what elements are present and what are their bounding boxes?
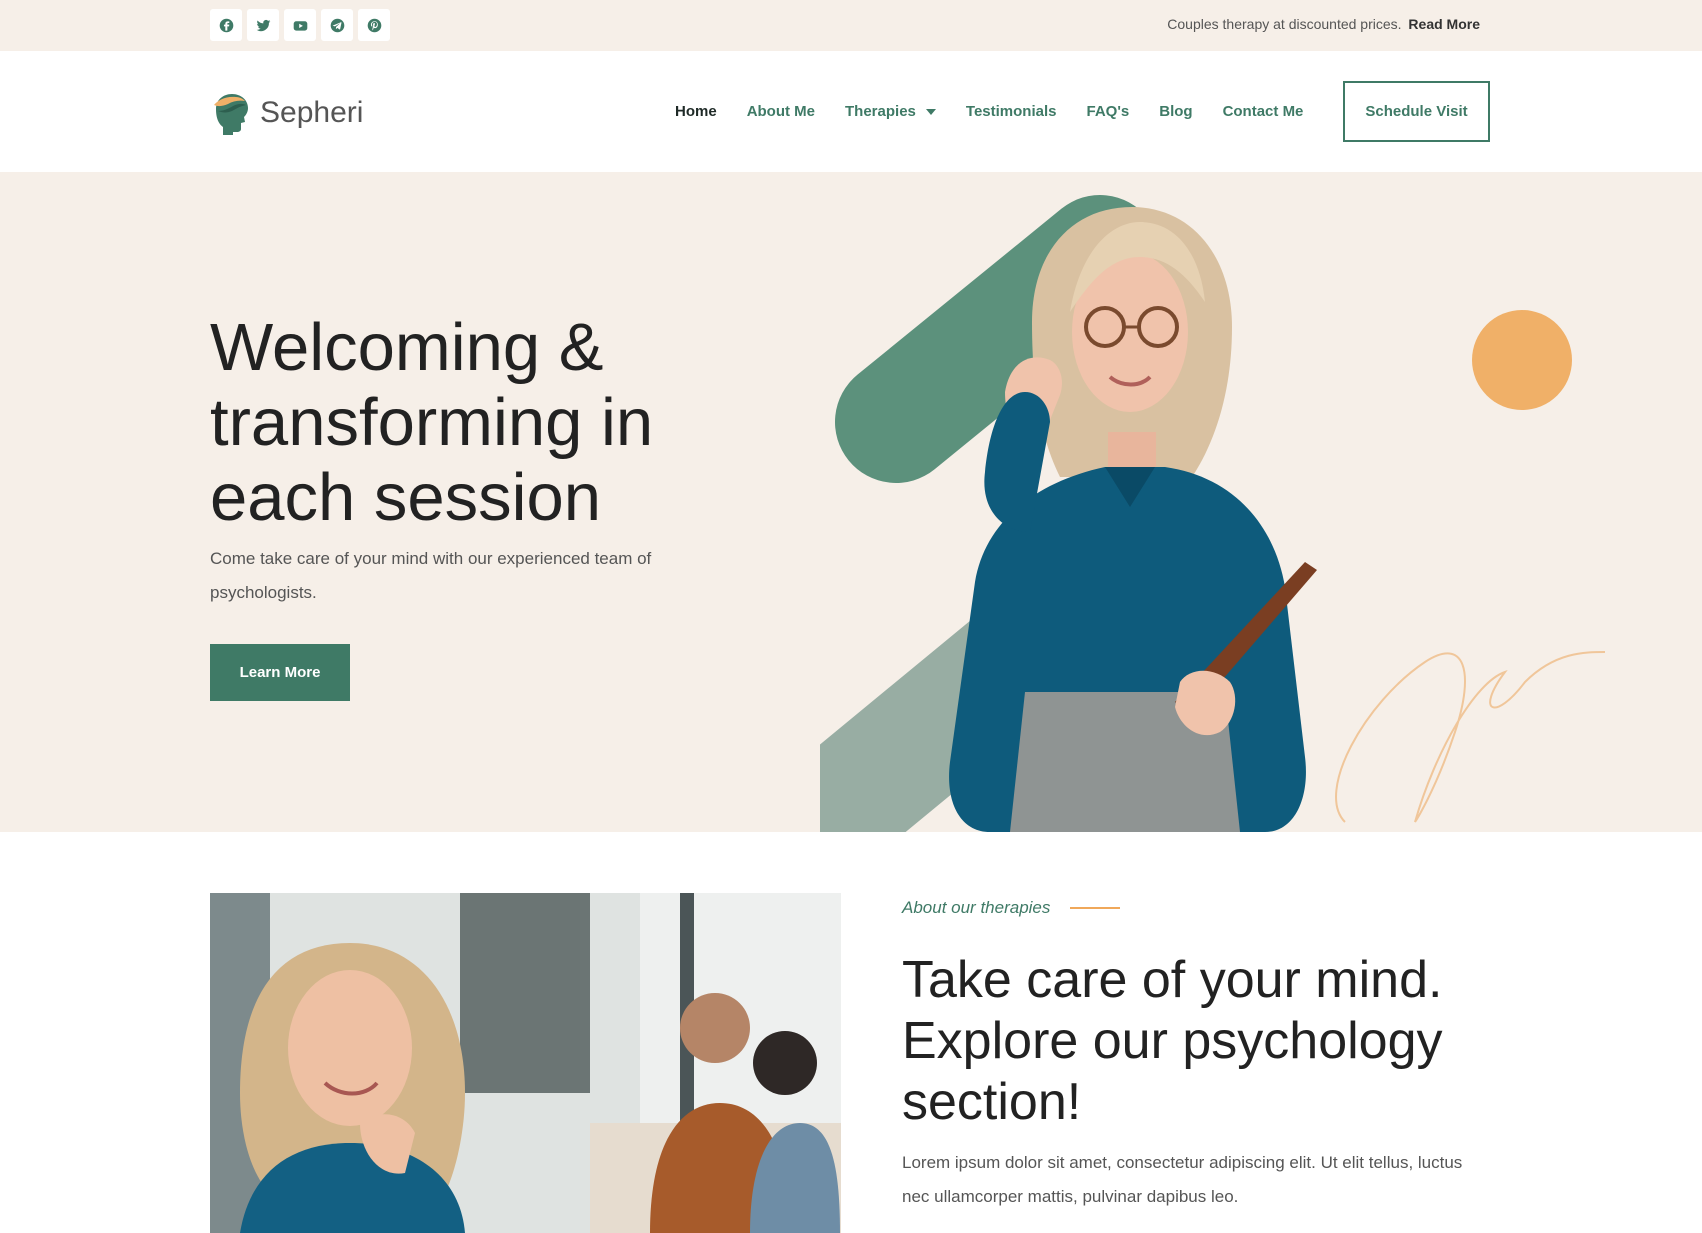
signature-decoration (1335, 651, 1606, 823)
nav-faq[interactable]: FAQ's (1086, 103, 1129, 120)
nav-testimonials[interactable]: Testimonials (966, 103, 1057, 120)
main-nav: Home About Me Therapies Testimonials FAQ… (675, 103, 1333, 120)
nav-contact[interactable]: Contact Me (1223, 103, 1304, 120)
site-header: Sepheri Home About Me Therapies Testimon… (0, 51, 1702, 172)
nav-home[interactable]: Home (675, 103, 717, 120)
twitter-icon[interactable] (247, 9, 279, 41)
about-text: Lorem ipsum dolor sit amet, consectetur … (902, 1153, 1463, 1206)
head-logo-icon (214, 94, 248, 135)
pinterest-icon[interactable] (358, 9, 390, 41)
about-eyebrow-text: About our therapies (902, 898, 1051, 917)
social-links (210, 9, 390, 41)
therapy-session-photo (210, 893, 841, 1233)
promo-read-more-link[interactable]: Read More (1408, 16, 1480, 32)
logo[interactable]: Sepheri (210, 91, 363, 135)
nav-therapies[interactable]: Therapies (845, 103, 936, 120)
logo-text: Sepheri (260, 96, 364, 129)
decorative-orange-circle (1472, 310, 1572, 410)
hero-illustration (820, 195, 1606, 832)
learn-more-button[interactable]: Learn More (210, 644, 350, 701)
hero-title: Welcoming & transforming in each session (210, 310, 654, 535)
promo-text: Couples therapy at discounted prices. (1167, 16, 1402, 32)
about-eyebrow: About our therapies (902, 898, 1121, 918)
hero-section: Welcoming & transforming in each session… (0, 172, 1702, 832)
chevron-down-icon (925, 108, 936, 115)
hero-subtitle: Come take care of your mind with our exp… (210, 549, 652, 602)
nav-about[interactable]: About Me (747, 103, 815, 120)
schedule-visit-button[interactable]: Schedule Visit (1343, 81, 1490, 142)
facebook-icon[interactable] (210, 9, 242, 41)
youtube-icon[interactable] (284, 9, 316, 41)
eyebrow-divider (1070, 907, 1121, 909)
nav-therapies-label: Therapies (845, 103, 916, 120)
telegram-icon[interactable] (321, 9, 353, 41)
nav-blog[interactable]: Blog (1159, 103, 1192, 120)
about-title: Take care of your mind. Explore our psyc… (902, 951, 1443, 1131)
top-bar: Couples therapy at discounted prices. Re… (0, 0, 1702, 51)
promo-banner: Couples therapy at discounted prices. Re… (1167, 16, 1480, 32)
